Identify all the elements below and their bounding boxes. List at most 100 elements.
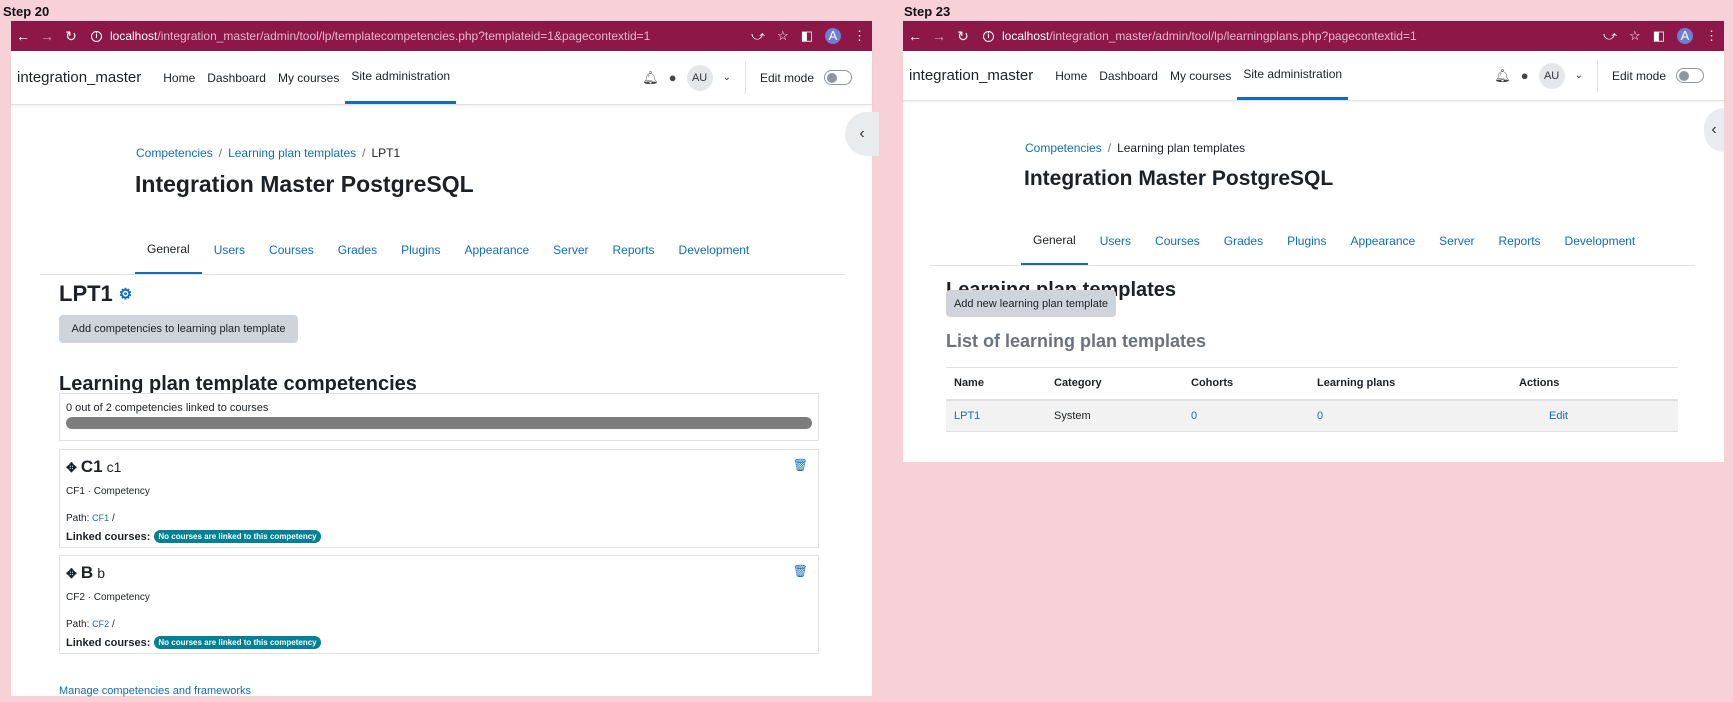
path-link[interactable]: CF1 — [92, 513, 109, 523]
nav-site-administration[interactable]: Site administration — [345, 51, 457, 104]
nav-dashboard[interactable]: Dashboard — [1093, 51, 1164, 100]
competency-idnumber: b — [97, 565, 105, 581]
address-bar[interactable]: i localhost/integration_master/admin/too… — [83, 29, 751, 43]
secondary-nav: General Users Courses Grades Plugins App… — [40, 226, 845, 275]
breadcrumb-competencies[interactable]: Competencies — [1025, 141, 1102, 155]
nav-site-administration[interactable]: Site administration — [1237, 51, 1349, 100]
path-label: Path: — [66, 513, 90, 524]
step-label-left: Step 20 — [3, 4, 50, 19]
tab-general[interactable]: General — [135, 226, 202, 274]
status-badge: No courses are linked to this competency — [154, 530, 321, 543]
bell-icon[interactable]: 🔔︎ — [642, 70, 659, 86]
profile-icon[interactable]: A — [1677, 28, 1693, 44]
info-icon[interactable]: i — [983, 30, 994, 42]
info-icon[interactable]: i — [91, 30, 102, 42]
trash-icon[interactable]: 🗑︎ — [793, 458, 808, 472]
drawer-open-icon[interactable]: ‹ — [1704, 108, 1724, 152]
competency-shortname: C1 — [80, 457, 103, 476]
forward-icon[interactable]: → — [35, 28, 59, 44]
browser-window-right: ← → ↻ i localhost/integration_master/adm… — [903, 21, 1724, 462]
breadcrumb-competencies[interactable]: Competencies — [136, 146, 213, 160]
sidepanel-icon[interactable]: ◧ — [801, 28, 813, 44]
chevron-down-icon[interactable]: ⌄ — [723, 72, 731, 83]
reload-icon[interactable]: ↻ — [59, 28, 83, 45]
star-icon[interactable]: ☆ — [1629, 28, 1641, 44]
gear-icon[interactable]: ⚙ — [119, 285, 132, 303]
menu-icon[interactable]: ⋮ — [853, 28, 866, 44]
tab-courses[interactable]: Courses — [257, 226, 326, 274]
nav-my-courses[interactable]: My courses — [272, 51, 345, 104]
tab-users[interactable]: Users — [1088, 217, 1143, 265]
column-header-name: Name — [946, 367, 1046, 401]
progress-text: 0 out of 2 competencies linked to course… — [66, 402, 269, 414]
tab-appearance[interactable]: Appearance — [452, 226, 541, 274]
user-avatar[interactable]: AU — [1538, 62, 1565, 89]
nav-home[interactable]: Home — [157, 51, 201, 104]
chevron-down-icon[interactable]: ⌄ — [1575, 70, 1583, 81]
tab-grades[interactable]: Grades — [1212, 217, 1275, 265]
bell-icon[interactable]: 🔔︎ — [1494, 68, 1511, 84]
competency-idnumber: c1 — [106, 459, 122, 475]
tab-server[interactable]: Server — [1427, 217, 1486, 265]
chat-icon[interactable]: ● — [1521, 68, 1529, 83]
breadcrumb-learning-plan-templates[interactable]: Learning plan templates — [228, 146, 356, 160]
nav-dashboard[interactable]: Dashboard — [201, 51, 272, 104]
secondary-nav: General Users Courses Grades Plugins App… — [930, 217, 1695, 266]
reload-icon[interactable]: ↻ — [951, 28, 975, 45]
address-bar[interactable]: i localhost/integration_master/admin/too… — [975, 29, 1603, 43]
tab-plugins[interactable]: Plugins — [389, 226, 452, 274]
tab-development[interactable]: Development — [667, 226, 762, 274]
sidepanel-icon[interactable]: ◧ — [1653, 28, 1665, 44]
linked-courses-label: Linked courses: — [66, 636, 151, 649]
drawer-open-icon[interactable]: ‹ — [845, 112, 879, 156]
tab-appearance[interactable]: Appearance — [1338, 217, 1427, 265]
chat-icon[interactable]: ● — [669, 70, 677, 85]
path-link[interactable]: CF2 — [92, 619, 109, 629]
learning-plans-count-link[interactable]: 0 — [1309, 399, 1511, 432]
site-brand[interactable]: integration_master — [17, 69, 141, 86]
template-name: LPT1 — [59, 281, 113, 306]
tab-general[interactable]: General — [1021, 217, 1088, 265]
move-icon[interactable]: ✥ — [66, 566, 77, 582]
column-header-category: Category — [1046, 367, 1183, 401]
move-icon[interactable]: ✥ — [66, 460, 77, 476]
tab-server[interactable]: Server — [541, 226, 600, 274]
tab-grades[interactable]: Grades — [326, 226, 389, 274]
share-icon[interactable]: ⤻ — [751, 28, 765, 44]
tab-reports[interactable]: Reports — [1487, 217, 1553, 265]
profile-icon[interactable]: A — [825, 28, 841, 44]
progress-box: 0 out of 2 competencies linked to course… — [59, 393, 819, 441]
add-learning-plan-template-button[interactable]: Add new learning plan template — [946, 290, 1116, 317]
tab-development[interactable]: Development — [1553, 217, 1648, 265]
tab-courses[interactable]: Courses — [1143, 217, 1212, 265]
tab-plugins[interactable]: Plugins — [1275, 217, 1338, 265]
forward-icon[interactable]: → — [927, 28, 951, 44]
template-name-link[interactable]: LPT1 — [946, 399, 1046, 432]
column-header-learning-plans: Learning plans — [1309, 367, 1511, 401]
moodle-navbar: integration_master Home Dashboard My cou… — [11, 51, 872, 105]
add-competencies-button[interactable]: Add competencies to learning plan templa… — [59, 315, 298, 343]
edit-mode-toggle[interactable] — [824, 70, 852, 85]
breadcrumb: Competencies / Learning plan templates / LPT… — [136, 146, 401, 160]
linked-courses-label: Linked courses: — [66, 530, 151, 543]
cohorts-count-link[interactable]: 0 — [1183, 399, 1309, 432]
url-host: localhost — [110, 29, 158, 43]
user-avatar[interactable]: AU — [686, 64, 713, 91]
share-icon[interactable]: ⤻ — [1603, 28, 1617, 44]
back-icon[interactable]: ← — [11, 28, 35, 44]
edit-mode-toggle[interactable] — [1676, 68, 1704, 83]
manage-competencies-link[interactable]: Manage competencies and frameworks — [59, 685, 251, 697]
star-icon[interactable]: ☆ — [777, 28, 789, 44]
page-heading: LPT1 ⚙ — [59, 281, 132, 307]
edit-menu-link[interactable]: Edit — [1511, 399, 1678, 432]
tab-users[interactable]: Users — [202, 226, 257, 274]
nav-home[interactable]: Home — [1049, 51, 1093, 100]
site-brand[interactable]: integration_master — [909, 67, 1033, 84]
tab-reports[interactable]: Reports — [601, 226, 667, 274]
browser-toolbar: ← → ↻ i localhost/integration_master/adm… — [903, 21, 1724, 51]
nav-my-courses[interactable]: My courses — [1164, 51, 1237, 100]
back-icon[interactable]: ← — [903, 28, 927, 44]
menu-icon[interactable]: ⋮ — [1705, 28, 1718, 44]
browser-toolbar: ← → ↻ i localhost/integration_master/adm… — [11, 21, 872, 51]
trash-icon[interactable]: 🗑︎ — [793, 564, 808, 578]
